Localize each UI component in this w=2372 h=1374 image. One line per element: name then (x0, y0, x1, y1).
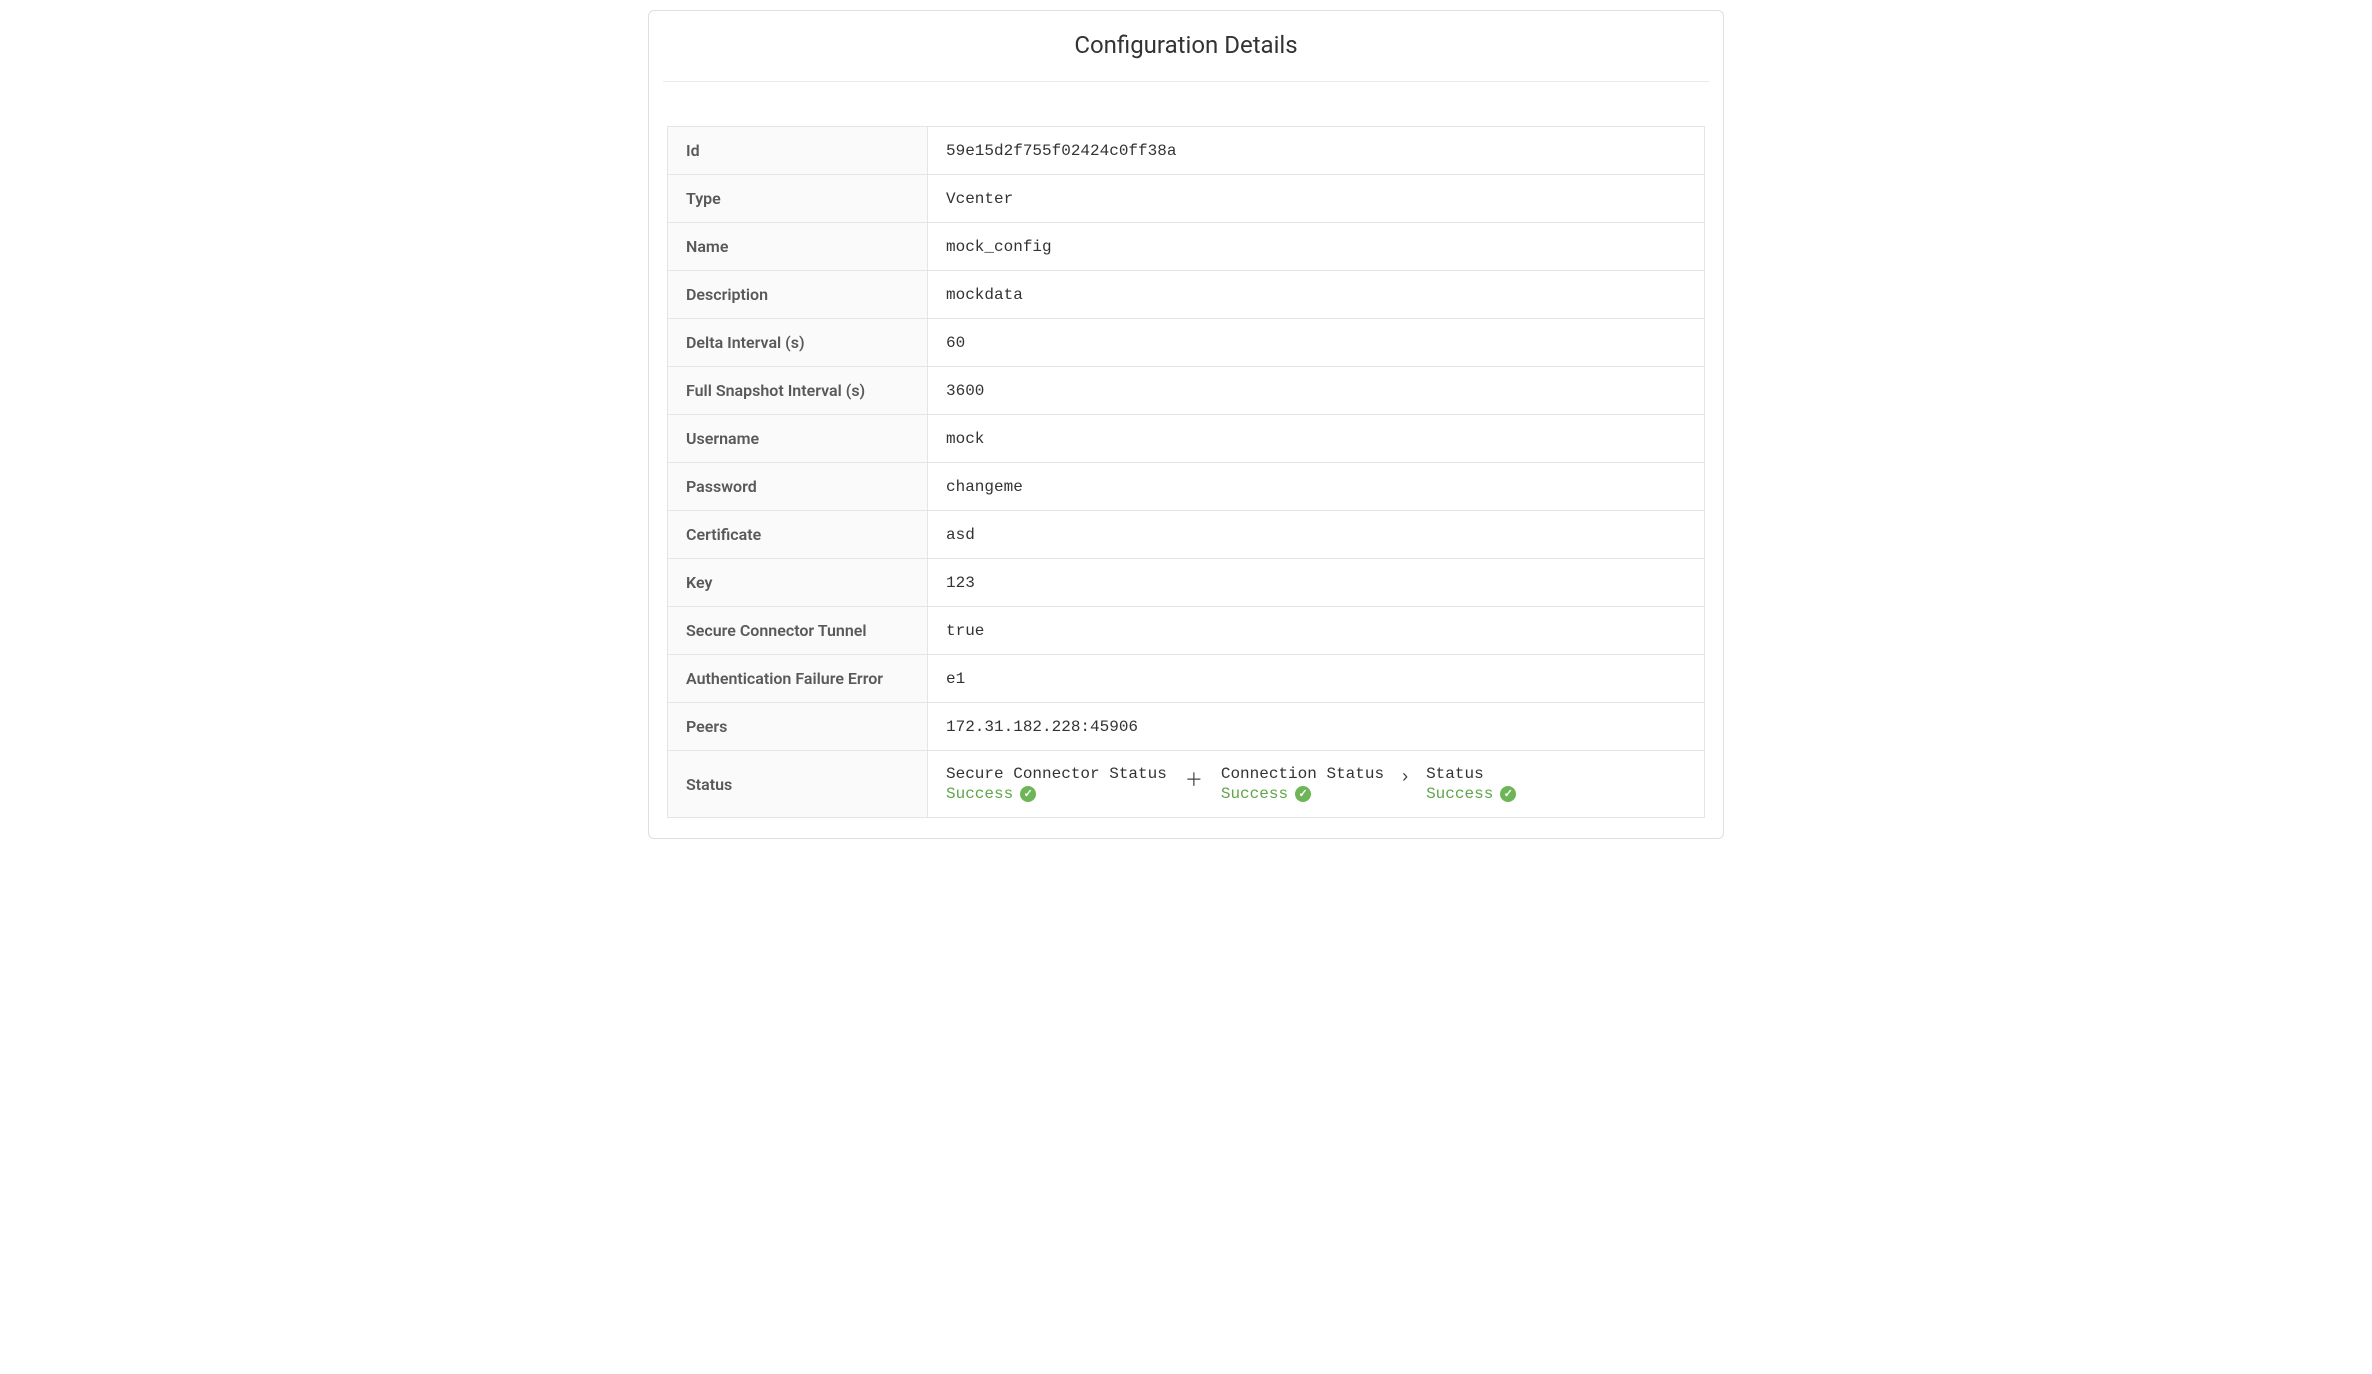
row-label-peers: Peers (668, 703, 928, 751)
plus-icon: ＋ (1185, 765, 1203, 792)
row-label-delta-interval: Delta Interval (s) (668, 319, 928, 367)
check-icon (1500, 786, 1516, 802)
status-overall: Status Success (1426, 765, 1516, 803)
row-value-auth-error: e1 (928, 655, 1705, 703)
row-label-auth-error: Authentication Failure Error (668, 655, 928, 703)
row-value-key: 123 (928, 559, 1705, 607)
table-row: Peers 172.31.182.228:45906 (668, 703, 1705, 751)
row-label-password: Password (668, 463, 928, 511)
row-value-type: Vcenter (928, 175, 1705, 223)
table-row: Name mock_config (668, 223, 1705, 271)
table-row: Certificate asd (668, 511, 1705, 559)
table-row: Type Vcenter (668, 175, 1705, 223)
row-value-password: changeme (928, 463, 1705, 511)
status-secure-connector-label: Secure Connector Status (946, 765, 1167, 783)
table-row: Authentication Failure Error e1 (668, 655, 1705, 703)
table-row: Status Secure Connector Status Success ＋ (668, 751, 1705, 818)
row-label-status: Status (668, 751, 928, 818)
chevron-right-icon: › (1402, 765, 1408, 787)
status-overall-text: Success (1426, 785, 1493, 803)
page-title: Configuration Details (663, 11, 1709, 82)
row-value-id: 59e15d2f755f02424c0ff38a (928, 127, 1705, 175)
status-connection-text: Success (1221, 785, 1288, 803)
status-overall-value: Success (1426, 785, 1516, 803)
row-label-secure-tunnel: Secure Connector Tunnel (668, 607, 928, 655)
row-value-certificate: asd (928, 511, 1705, 559)
row-label-snapshot-interval: Full Snapshot Interval (s) (668, 367, 928, 415)
status-row: Secure Connector Status Success ＋ Connec… (946, 765, 1686, 803)
status-overall-label: Status (1426, 765, 1516, 783)
row-label-username: Username (668, 415, 928, 463)
table-row: Key 123 (668, 559, 1705, 607)
table-row: Description mockdata (668, 271, 1705, 319)
row-label-key: Key (668, 559, 928, 607)
row-value-status: Secure Connector Status Success ＋ Connec… (928, 751, 1705, 818)
row-value-secure-tunnel: true (928, 607, 1705, 655)
row-value-snapshot-interval: 3600 (928, 367, 1705, 415)
row-label-certificate: Certificate (668, 511, 928, 559)
row-label-name: Name (668, 223, 928, 271)
status-secure-connector-value: Success (946, 785, 1167, 803)
row-value-name: mock_config (928, 223, 1705, 271)
row-value-peers: 172.31.182.228:45906 (928, 703, 1705, 751)
status-connection-value: Success (1221, 785, 1384, 803)
row-label-id: Id (668, 127, 928, 175)
row-label-description: Description (668, 271, 928, 319)
row-value-username: mock (928, 415, 1705, 463)
table-row: Delta Interval (s) 60 (668, 319, 1705, 367)
status-secure-connector-text: Success (946, 785, 1013, 803)
config-details-table: Id 59e15d2f755f02424c0ff38a Type Vcenter… (667, 126, 1705, 818)
check-icon (1020, 786, 1036, 802)
status-connection-label: Connection Status (1221, 765, 1384, 783)
row-value-description: mockdata (928, 271, 1705, 319)
status-connection: Connection Status Success (1221, 765, 1384, 803)
table-row: Id 59e15d2f755f02424c0ff38a (668, 127, 1705, 175)
table-row: Full Snapshot Interval (s) 3600 (668, 367, 1705, 415)
table-row: Secure Connector Tunnel true (668, 607, 1705, 655)
status-secure-connector: Secure Connector Status Success (946, 765, 1167, 803)
row-label-type: Type (668, 175, 928, 223)
table-row: Password changeme (668, 463, 1705, 511)
row-value-delta-interval: 60 (928, 319, 1705, 367)
table-row: Username mock (668, 415, 1705, 463)
check-icon (1295, 786, 1311, 802)
config-details-panel: Configuration Details Id 59e15d2f755f024… (648, 10, 1724, 839)
